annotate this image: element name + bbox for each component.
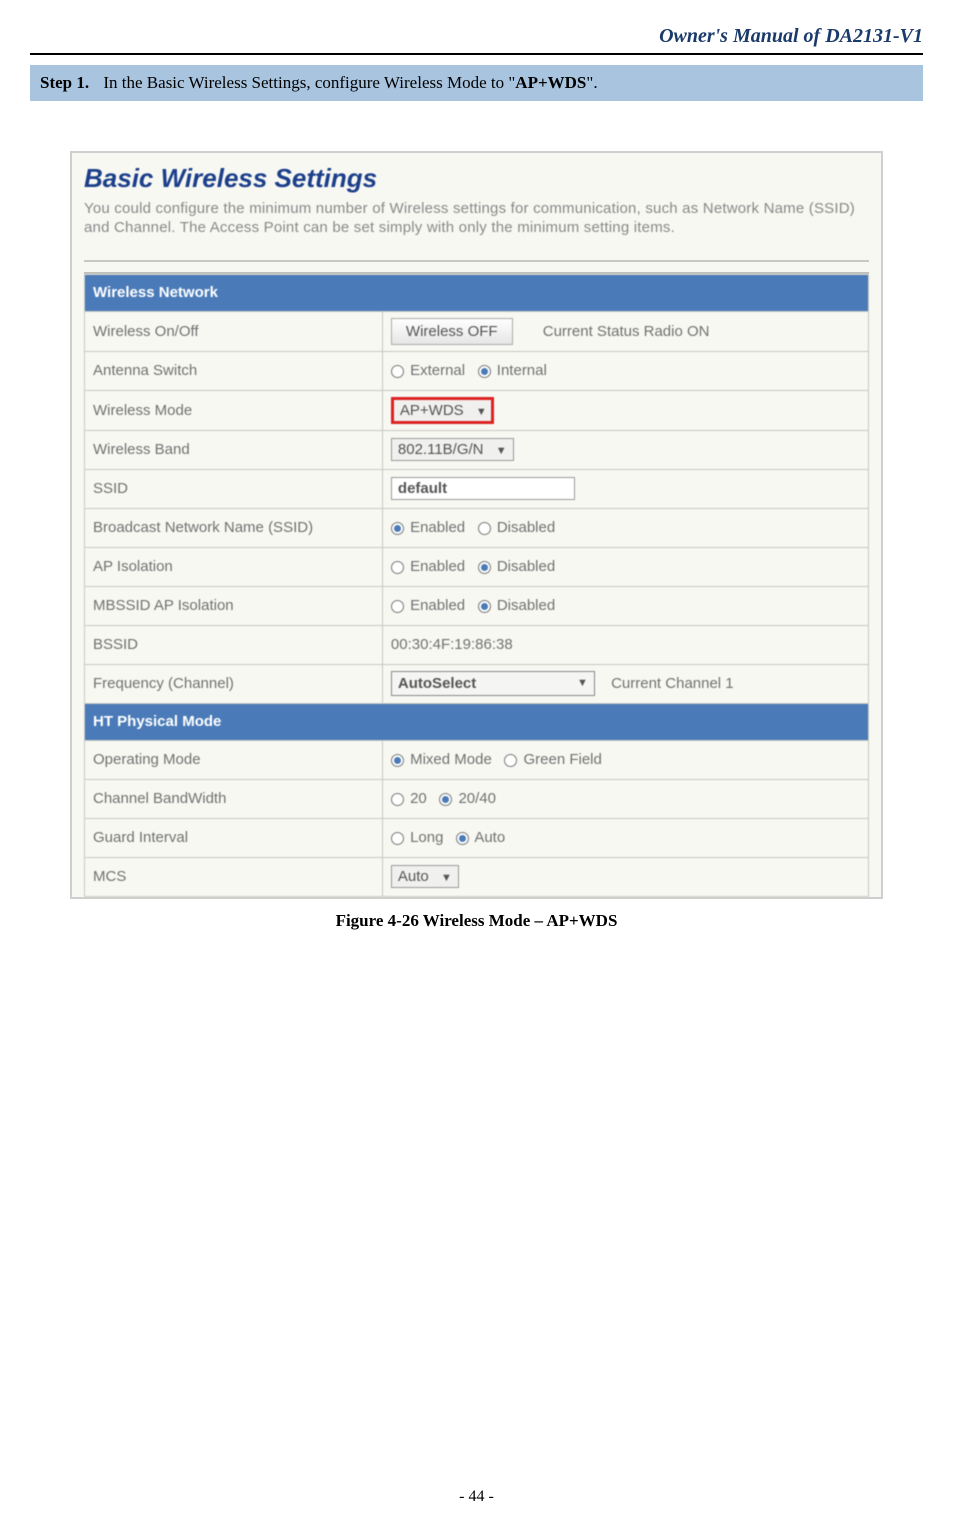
row-antenna-switch: Antenna Switch External Internal (85, 351, 869, 390)
opt-guard-long: Long (410, 829, 443, 846)
label-ssid: SSID (85, 469, 383, 508)
label-wireless-mode: Wireless Mode (85, 390, 383, 430)
screenshot-description: You could configure the minimum number o… (84, 200, 869, 238)
page-header-title: Owner's Manual of DA2131-V1 (30, 20, 923, 53)
row-bssid: BSSID 00:30:4F:19:86:38 (85, 625, 869, 664)
row-mbssid-isolation: MBSSID AP Isolation Enabled Disabled (85, 586, 869, 625)
opt-broadcast-disabled: Disabled (497, 519, 555, 536)
chevron-down-icon: ▼ (476, 406, 487, 418)
wireless-mode-value: AP+WDS (400, 402, 464, 419)
opt-apiso-disabled: Disabled (497, 558, 555, 575)
opt-bw-2040: 20/40 (458, 790, 496, 807)
radio-mbssid-enabled[interactable] (391, 600, 404, 613)
row-wireless-mode: Wireless Mode AP+WDS ▼ (85, 390, 869, 430)
label-bssid: BSSID (85, 625, 383, 664)
opt-guard-auto: Auto (474, 829, 505, 846)
label-wireless-onoff: Wireless On/Off (85, 311, 383, 351)
screenshot-divider (84, 260, 869, 262)
radio-status-text: Current Status Radio ON (543, 323, 710, 340)
opt-external: External (410, 362, 465, 379)
label-broadcast-ssid: Broadcast Network Name (SSID) (85, 508, 383, 547)
radio-internal[interactable] (478, 365, 491, 378)
ht-physical-header-row: HT Physical Mode (85, 703, 869, 740)
wireless-band-select[interactable]: 802.11B/G/N ▼ (391, 438, 514, 461)
radio-apiso-enabled[interactable] (391, 561, 404, 574)
current-channel-text: Current Channel 1 (611, 675, 734, 692)
label-frequency: Frequency (Channel) (85, 664, 383, 703)
row-ap-isolation: AP Isolation Enabled Disabled (85, 547, 869, 586)
mcs-value: Auto (398, 868, 429, 885)
label-guard-interval: Guard Interval (85, 818, 383, 857)
row-ssid: SSID default (85, 469, 869, 508)
ht-physical-header: HT Physical Mode (85, 703, 869, 740)
chevron-down-icon: ▼ (577, 677, 588, 689)
figure-caption: Figure 4-26 Wireless Mode – AP+WDS (30, 911, 923, 931)
screenshot-title: Basic Wireless Settings (84, 163, 869, 194)
label-operating-mode: Operating Mode (85, 740, 383, 779)
radio-external[interactable] (391, 365, 404, 378)
chevron-down-icon: ▼ (441, 872, 452, 884)
row-frequency: Frequency (Channel) AutoSelect ▼ Current… (85, 664, 869, 703)
row-broadcast-ssid: Broadcast Network Name (SSID) Enabled Di… (85, 508, 869, 547)
label-ap-isolation: AP Isolation (85, 547, 383, 586)
radio-bw-20[interactable] (391, 793, 404, 806)
row-channel-bandwidth: Channel BandWidth 20 20/40 (85, 779, 869, 818)
step-text-after: ". (586, 73, 597, 92)
row-operating-mode: Operating Mode Mixed Mode Green Field (85, 740, 869, 779)
wireless-band-value: 802.11B/G/N (398, 441, 484, 458)
opt-mixed-mode: Mixed Mode (410, 751, 492, 768)
step-text-before: In the Basic Wireless Settings, configur… (103, 73, 515, 92)
label-mcs: MCS (85, 857, 383, 896)
radio-guard-auto[interactable] (456, 832, 469, 845)
label-channel-bandwidth: Channel BandWidth (85, 779, 383, 818)
wireless-mode-select[interactable]: AP+WDS ▼ (391, 397, 494, 424)
opt-bw-20: 20 (410, 790, 427, 807)
ssid-input[interactable]: default (391, 477, 575, 500)
radio-broadcast-enabled[interactable] (391, 522, 404, 535)
frequency-select[interactable]: AutoSelect ▼ (391, 671, 595, 696)
settings-table: Wireless Network Wireless On/Off Wireles… (84, 274, 869, 897)
label-antenna-switch: Antenna Switch (85, 351, 383, 390)
radio-green-field[interactable] (504, 754, 517, 767)
opt-mbssid-enabled: Enabled (410, 597, 465, 614)
opt-mbssid-disabled: Disabled (497, 597, 555, 614)
wireless-off-button[interactable]: Wireless OFF (391, 318, 513, 345)
step-bold-value: AP+WDS (515, 73, 586, 92)
radio-apiso-disabled[interactable] (478, 561, 491, 574)
row-guard-interval: Guard Interval Long Auto (85, 818, 869, 857)
radio-mixed-mode[interactable] (391, 754, 404, 767)
frequency-value: AutoSelect (398, 675, 476, 692)
radio-guard-long[interactable] (391, 832, 404, 845)
opt-apiso-enabled: Enabled (410, 558, 465, 575)
wireless-network-header: Wireless Network (85, 274, 869, 311)
row-wireless-onoff: Wireless On/Off Wireless OFF Current Sta… (85, 311, 869, 351)
label-wireless-band: Wireless Band (85, 430, 383, 469)
radio-bw-2040[interactable] (439, 793, 452, 806)
radio-mbssid-disabled[interactable] (478, 600, 491, 613)
opt-internal: Internal (497, 362, 547, 379)
mcs-select[interactable]: Auto ▼ (391, 865, 459, 888)
step-label: Step 1. (40, 73, 89, 92)
label-mbssid-isolation: MBSSID AP Isolation (85, 586, 383, 625)
chevron-down-icon: ▼ (496, 445, 507, 457)
page-number: - 44 - (0, 1488, 953, 1506)
header-rule (30, 53, 923, 55)
opt-green-field: Green Field (523, 751, 601, 768)
wireless-network-header-row: Wireless Network (85, 274, 869, 311)
row-mcs: MCS Auto ▼ (85, 857, 869, 896)
opt-broadcast-enabled: Enabled (410, 519, 465, 536)
settings-screenshot: Basic Wireless Settings You could config… (70, 151, 883, 899)
bssid-value: 00:30:4F:19:86:38 (382, 625, 868, 664)
step-instruction-box: Step 1. In the Basic Wireless Settings, … (30, 65, 923, 101)
row-wireless-band: Wireless Band 802.11B/G/N ▼ (85, 430, 869, 469)
radio-broadcast-disabled[interactable] (478, 522, 491, 535)
